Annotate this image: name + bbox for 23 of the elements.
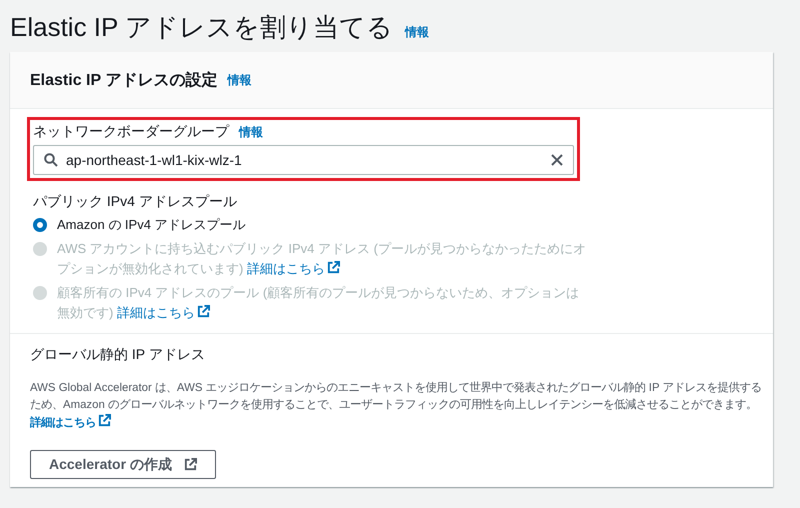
external-link-icon (196, 305, 210, 318)
field-label: ネットワークボーダーグループ (33, 123, 229, 141)
option-label: 顧客所有の IPv4 アドレスのプール (顧客所有のプールが見つからないため、オプションは無効です) 詳細はこちら (57, 284, 580, 322)
external-link-icon (98, 414, 111, 427)
create-accelerator-button[interactable]: Accelerator の作成 (30, 450, 216, 479)
description: AWS Global Accelerator は、AWS エッジロケーションからのエニーキャストを使用して世界中で発表されたグローバル静的 IP アドレスを提供するため、Amazon のグローバルネットワークを使用することで、ユーザートラフィックの可用性を向上しレイテンシーを低減させることができます。 詳細はこちら (30, 380, 762, 431)
field-value: ap-northeast-1-wl1-kix-wlz-1 (66, 152, 243, 168)
info-link[interactable]: 情報 (239, 124, 263, 141)
card-title: Elastic IP アドレスの設定 (30, 70, 218, 90)
external-link-icon (326, 261, 340, 274)
field-label: パブリック IPv4 アドレスプール (33, 193, 238, 211)
option-label: Amazon の IPv4 アドレスプール (57, 216, 247, 234)
clear-icon[interactable] (551, 154, 563, 166)
option-label: AWS アカウントに持ち込むパブリック IPv4 アドレス (プールが見つからなかったためにオプションが無効化されています) 詳細はこちら (57, 240, 587, 278)
learn-more-link[interactable]: 詳細はこちら (30, 417, 111, 429)
page-title: Elastic IP アドレスを割り当てる (10, 11, 394, 44)
radio-button[interactable] (33, 218, 47, 232)
section-label: グローバル静的 IP アドレス (30, 346, 206, 364)
info-link[interactable]: 情報 (227, 72, 252, 88)
external-link-icon (184, 458, 197, 471)
search-icon (44, 153, 58, 167)
info-link[interactable]: 情報 (405, 24, 430, 41)
search-field[interactable]: ap-northeast-1-wl1-kix-wlz-1 (33, 145, 574, 175)
